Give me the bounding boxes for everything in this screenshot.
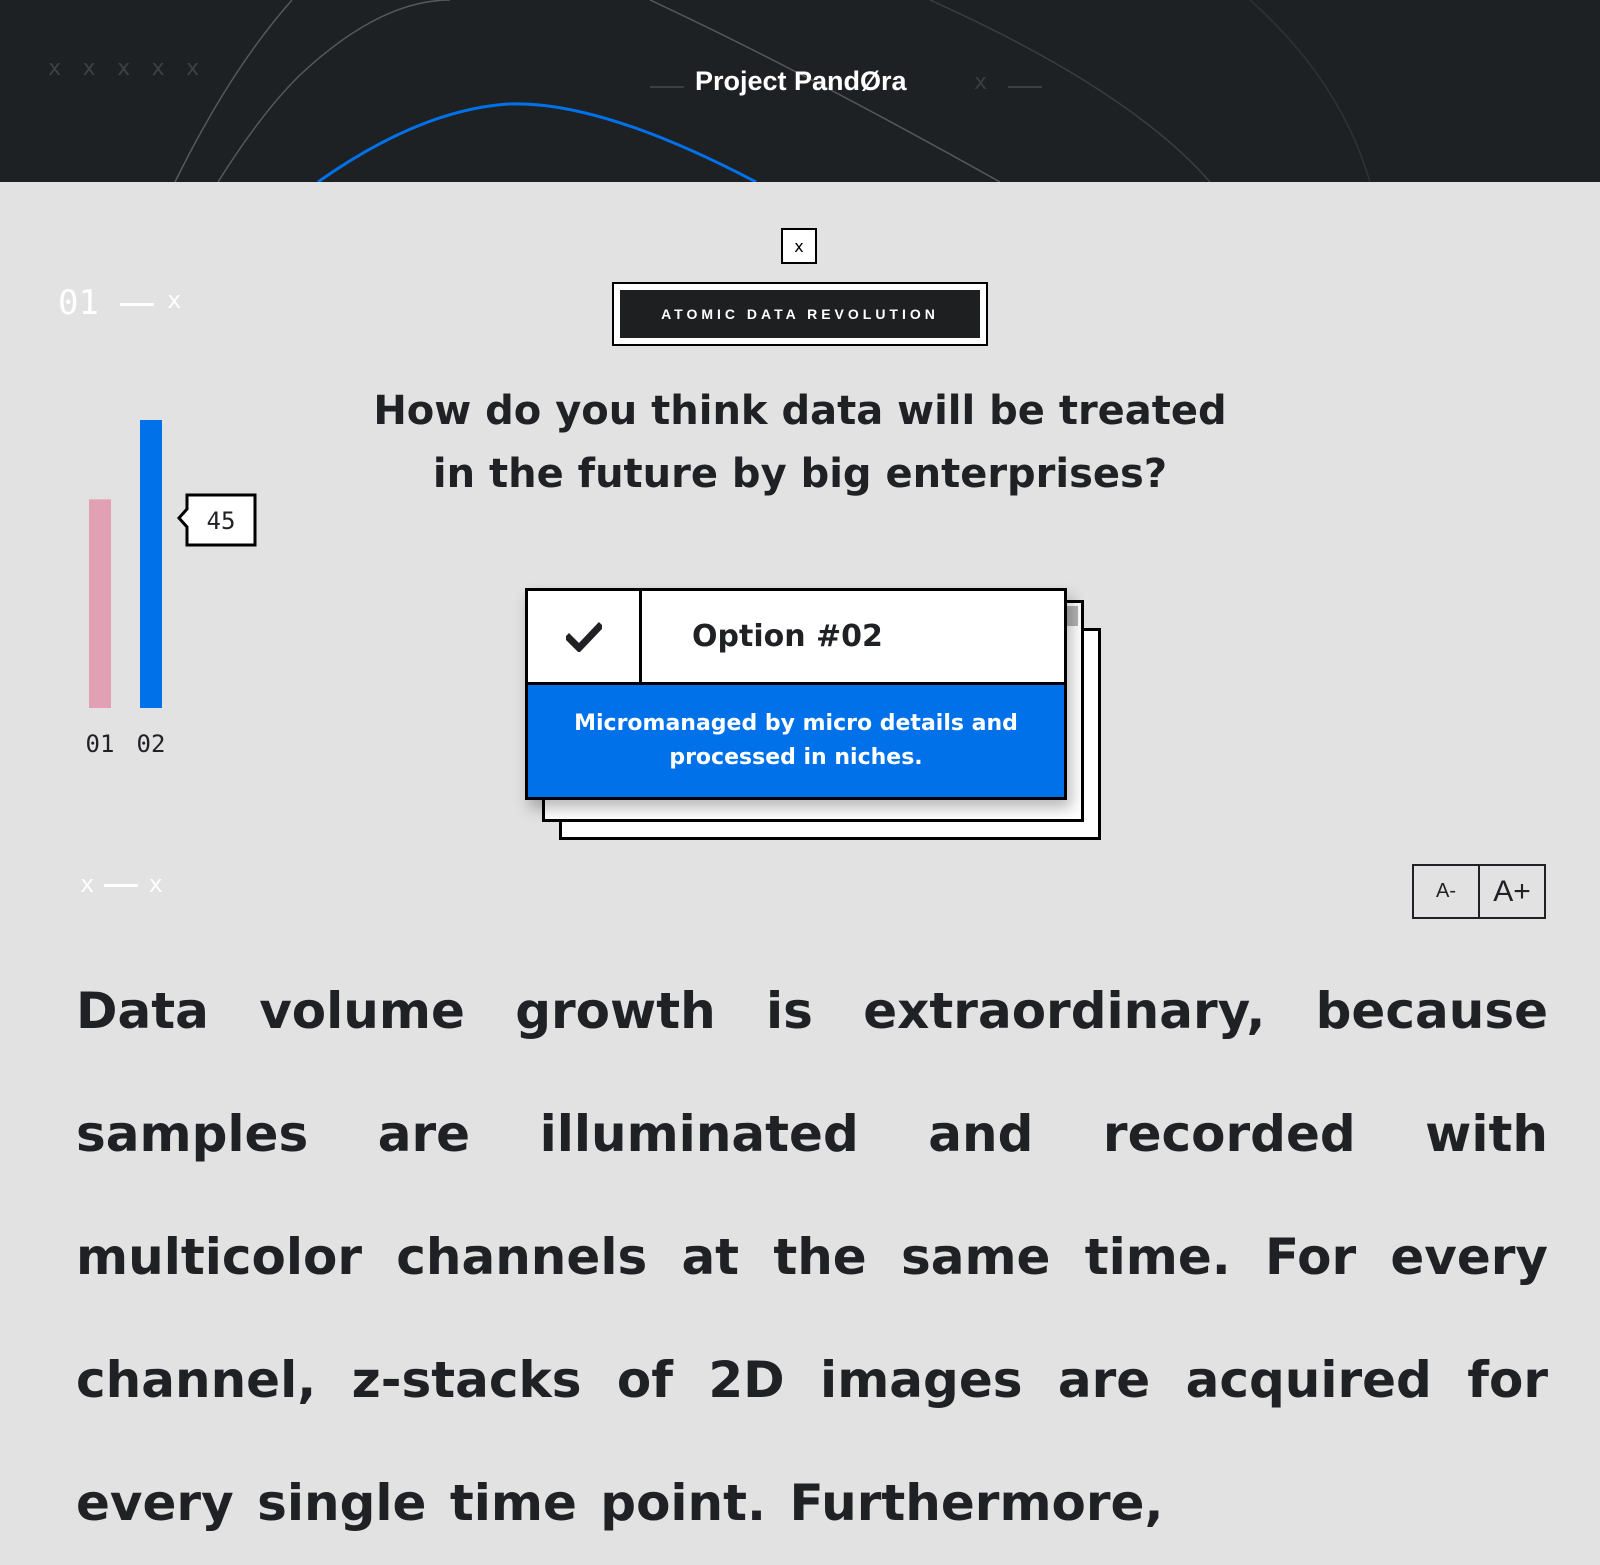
close-button[interactable]: x bbox=[781, 228, 817, 264]
header-marks: x x x x x bbox=[48, 56, 204, 81]
header-bar: x x x x x Project PandØra x bbox=[0, 0, 1600, 182]
footer-dash bbox=[104, 883, 139, 887]
font-size-controls: A- A+ bbox=[1412, 864, 1546, 919]
brand-title[interactable]: Project PandØra bbox=[695, 66, 907, 97]
category-tag: ATOMIC DATA REVOLUTION bbox=[612, 282, 988, 346]
option-card[interactable]: Option #02 Micromanaged by micro details… bbox=[525, 588, 1067, 800]
step-number: 01 bbox=[58, 283, 99, 323]
increase-font-button[interactable]: A+ bbox=[1480, 866, 1544, 917]
brand-mark: x bbox=[974, 70, 988, 95]
bar-value-label: 45 bbox=[207, 507, 236, 535]
article-body-text: Data volume growth is extraordinary, bec… bbox=[76, 982, 1548, 1532]
question-heading: How do you think data will be treated in… bbox=[360, 380, 1240, 506]
option-card-header: Option #02 bbox=[528, 591, 1064, 685]
category-tag-label: ATOMIC DATA REVOLUTION bbox=[620, 290, 980, 338]
footer-marks: xx bbox=[80, 870, 163, 898]
footer-mark-left: x bbox=[80, 870, 95, 898]
footer-mark-right: x bbox=[148, 870, 163, 898]
bar-label-01: 01 bbox=[86, 730, 115, 758]
option-checkbox[interactable] bbox=[528, 591, 642, 682]
brand-divider-left bbox=[650, 86, 684, 88]
bar-01 bbox=[89, 499, 111, 708]
step-divider bbox=[120, 303, 154, 306]
bar-label-02: 02 bbox=[137, 730, 166, 758]
question-line-2: in the future by big enterprises? bbox=[432, 451, 1168, 497]
step-mark: x bbox=[167, 286, 182, 314]
results-bar-chart: 01 02 45 bbox=[86, 420, 257, 758]
option-description: Micromanaged by micro details and proces… bbox=[528, 685, 1064, 797]
option-label: Option #02 bbox=[692, 619, 883, 654]
question-line-1: How do you think data will be treated bbox=[373, 388, 1227, 434]
brand-divider-right bbox=[1008, 86, 1042, 88]
bar-value-tooltip: 45 bbox=[176, 493, 257, 547]
decrease-font-button[interactable]: A- bbox=[1414, 866, 1480, 917]
checkmark-icon bbox=[565, 621, 602, 652]
bar-02 bbox=[140, 420, 162, 708]
